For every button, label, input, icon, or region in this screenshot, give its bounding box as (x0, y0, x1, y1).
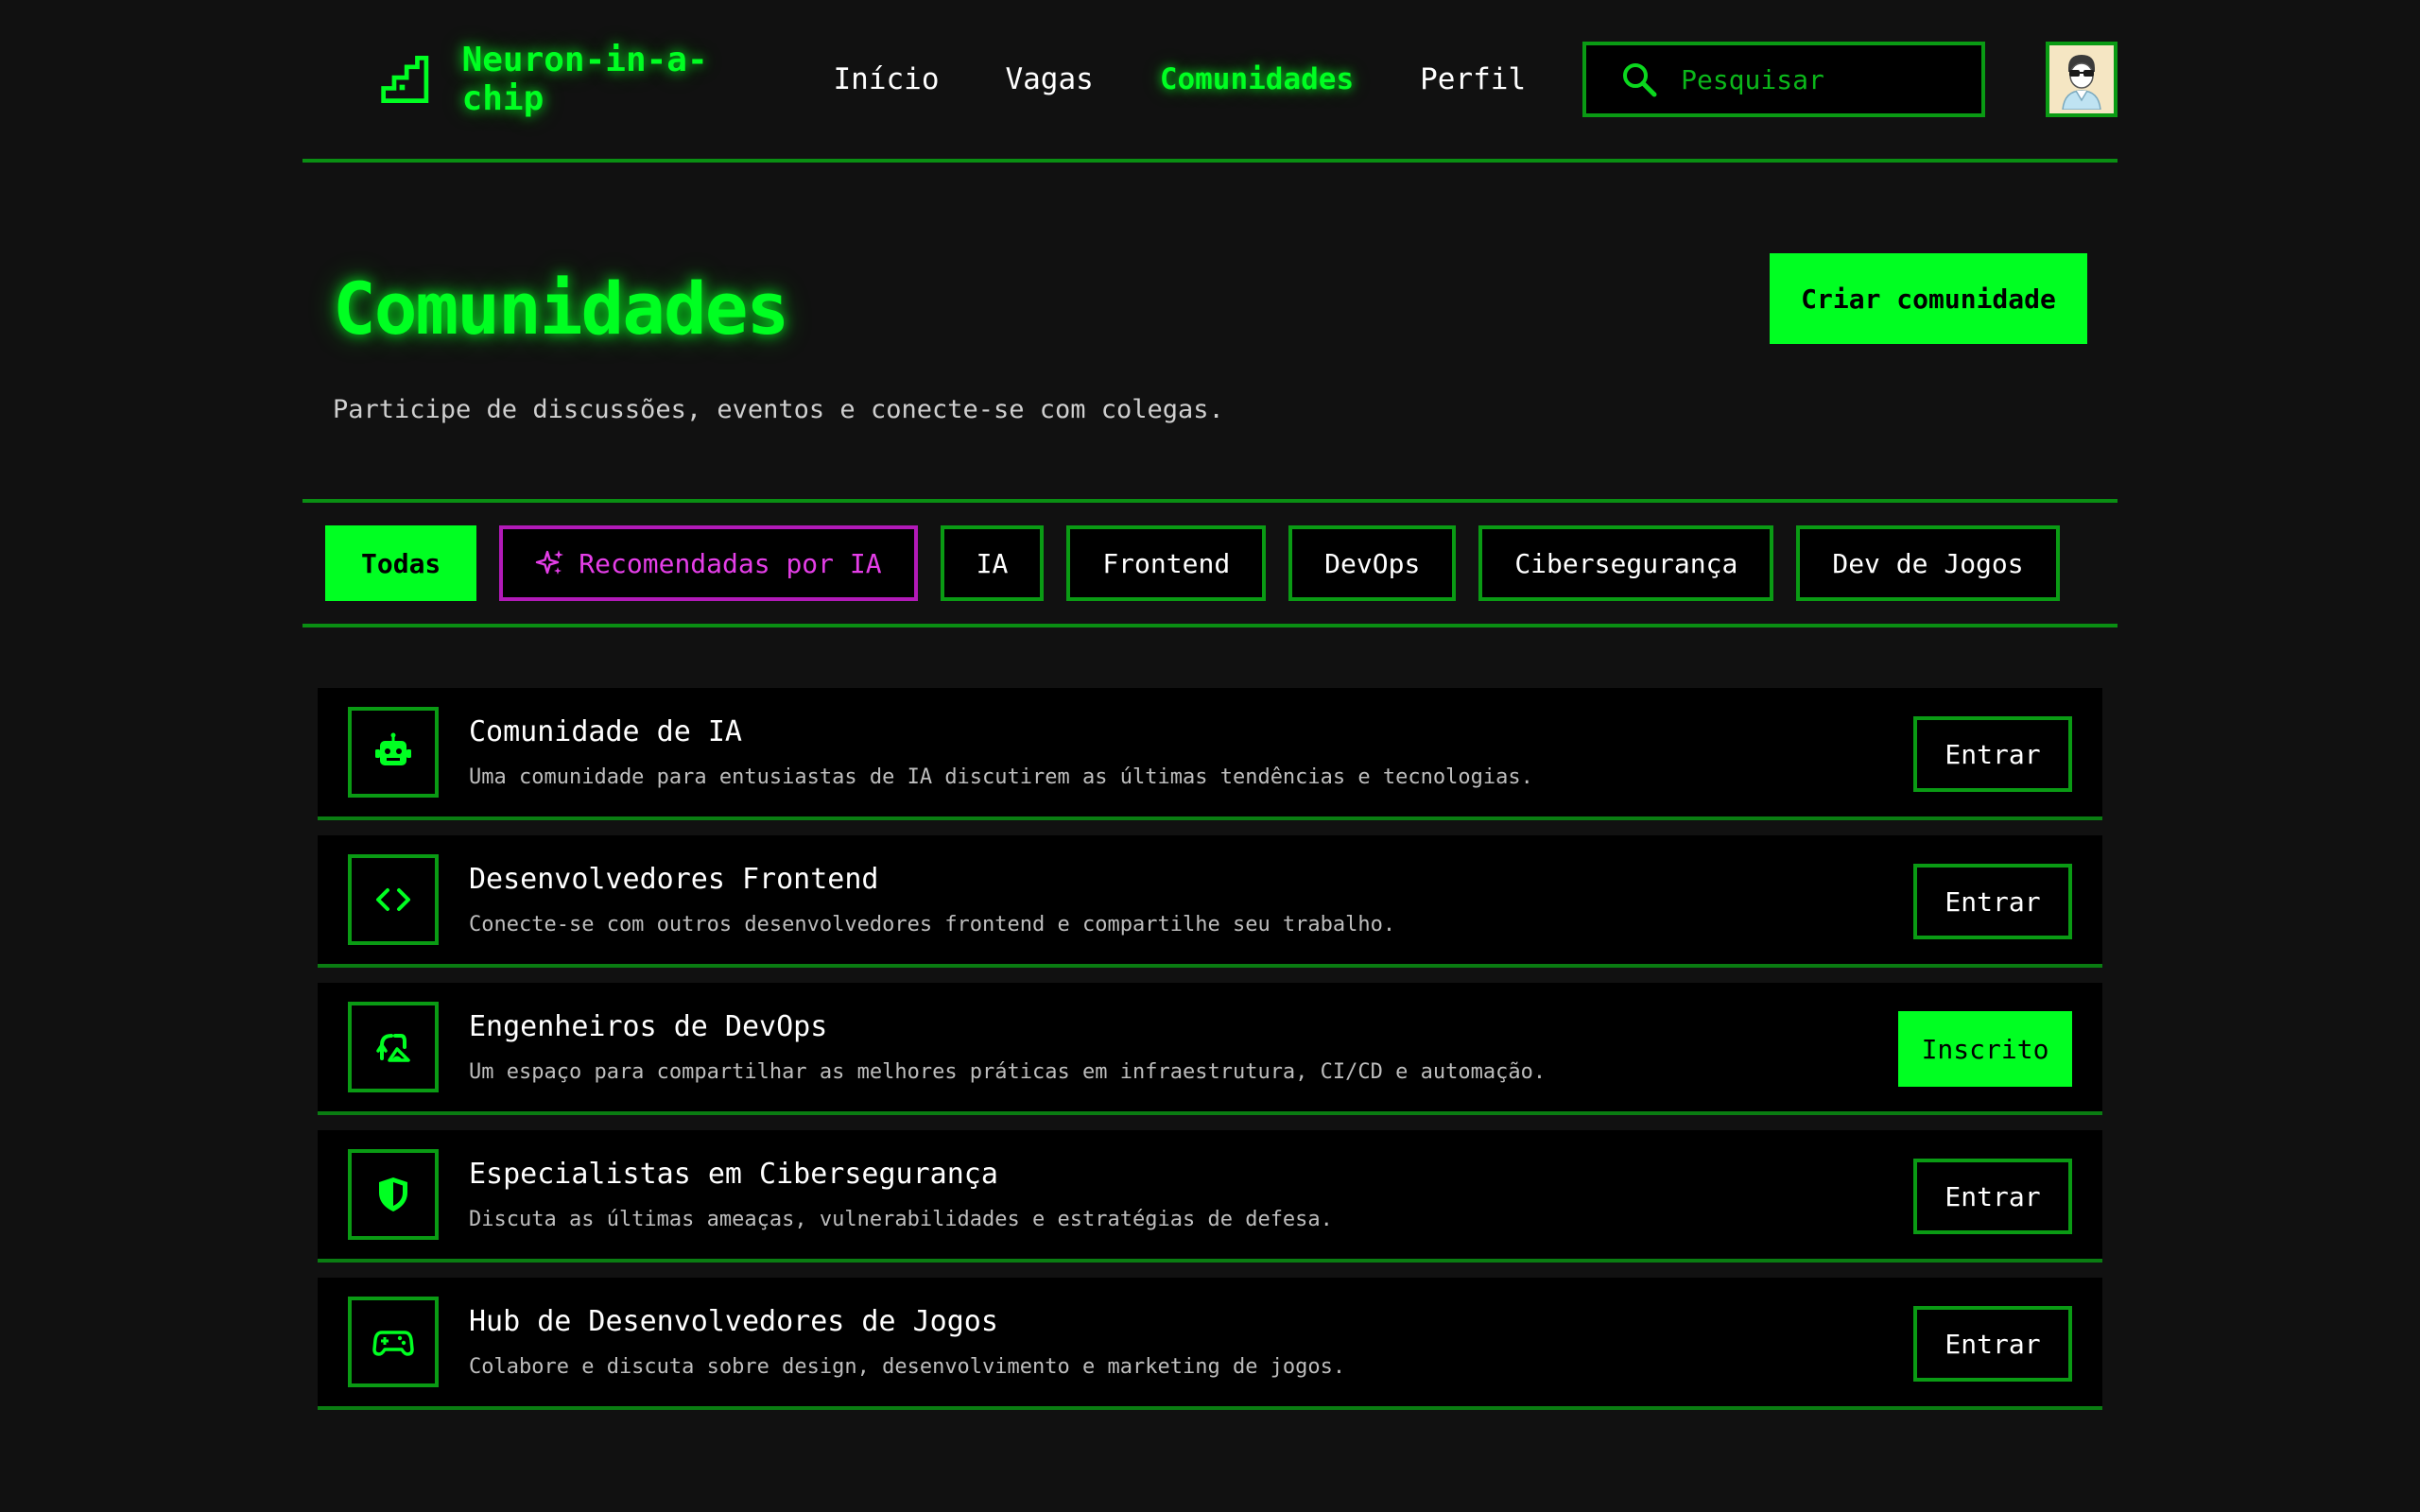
join-button[interactable]: Entrar (1913, 1159, 2072, 1234)
subscribed-button[interactable]: Inscrito (1898, 1011, 2072, 1087)
join-button[interactable]: Entrar (1913, 716, 2072, 792)
filter-chip-devops[interactable]: DevOps (1288, 525, 1457, 601)
page: Neuron-in-a-chip Início Vagas Comunidade… (302, 0, 2118, 1410)
community-icon-frame (348, 854, 439, 945)
community-description: Um espaço para compartilhar as melhores … (469, 1060, 1547, 1084)
filter-chip-frontend[interactable]: Frontend (1066, 525, 1267, 601)
avatar[interactable] (2046, 42, 2118, 117)
filter-bar: Todas Recomendadas por IA IA Frontend De… (302, 503, 2118, 627)
join-button[interactable]: Entrar (1913, 864, 2072, 939)
filter-chip-ciberseguranca[interactable]: Cibersegurança (1478, 525, 1774, 601)
community-icon-frame (348, 1002, 439, 1092)
community-description: Discuta as últimas ameaças, vulnerabilid… (469, 1208, 1333, 1231)
community-description: Colabore e discuta sobre design, desenvo… (469, 1355, 1346, 1379)
robot-icon (375, 732, 411, 765)
filter-chip-dev-de-jogos[interactable]: Dev de Jogos (1796, 525, 2060, 601)
brand-name[interactable]: Neuron-in-a-chip (462, 41, 771, 118)
community-icon-frame (348, 707, 439, 798)
nav-item-perfil[interactable]: Perfil (1420, 62, 1526, 96)
stairs-logo-icon (381, 56, 429, 103)
search-icon (1623, 63, 1657, 97)
page-subtitle: Participe de discussões, eventos e conec… (333, 395, 1224, 424)
user-avatar-icon (2055, 49, 2109, 110)
shield-icon (379, 1177, 407, 1211)
main-nav: Início Vagas Comunidades Perfil (834, 62, 1583, 96)
filter-chip-label: Recomendadas por IA (579, 547, 882, 579)
search-box[interactable] (1582, 42, 1986, 117)
filter-chip-ia[interactable]: IA (940, 525, 1045, 601)
page-header: Comunidades Participe de discussões, eve… (302, 163, 2118, 503)
search-input[interactable] (1679, 62, 1982, 96)
community-card[interactable]: Desenvolvedores Frontend Conecte-se com … (318, 835, 2102, 968)
join-button[interactable]: Entrar (1913, 1306, 2072, 1382)
community-title[interactable]: Desenvolvedores Frontend (469, 863, 1395, 896)
filter-chip-recomendadas-ia[interactable]: Recomendadas por IA (499, 525, 918, 601)
community-card[interactable]: Hub de Desenvolvedores de Jogos Colabore… (318, 1278, 2102, 1410)
top-navbar: Neuron-in-a-chip Início Vagas Comunidade… (302, 0, 2118, 163)
community-card[interactable]: Engenheiros de DevOps Um espaço para com… (318, 983, 2102, 1115)
community-card[interactable]: Comunidade de IA Uma comunidade para ent… (318, 688, 2102, 820)
community-description: Conecte-se com outros desenvolvedores fr… (469, 913, 1396, 936)
sparkles-icon (536, 550, 564, 575)
community-description: Uma comunidade para entusiastas de IA di… (469, 765, 1533, 789)
community-title[interactable]: Especialistas em Cibersegurança (469, 1158, 1333, 1191)
nav-item-inicio[interactable]: Início (834, 62, 940, 96)
community-icon-frame (348, 1297, 439, 1387)
community-icon-frame (348, 1149, 439, 1240)
page-title: Comunidades (333, 266, 789, 351)
code-icon (376, 888, 410, 911)
community-title[interactable]: Comunidade de IA (469, 715, 1533, 748)
gamepad-icon (372, 1331, 414, 1356)
nav-item-vagas[interactable]: Vagas (1005, 62, 1093, 96)
community-list: Comunidade de IA Uma comunidade para ent… (302, 627, 2118, 1410)
nav-item-comunidades[interactable]: Comunidades (1160, 62, 1354, 96)
filter-chip-todas[interactable]: Todas (325, 525, 477, 601)
community-title[interactable]: Hub de Desenvolvedores de Jogos (469, 1305, 1345, 1338)
community-title[interactable]: Engenheiros de DevOps (469, 1010, 1546, 1043)
create-community-button[interactable]: Criar comunidade (1770, 253, 2087, 344)
cycle-icon (376, 1034, 410, 1062)
community-card[interactable]: Especialistas em Cibersegurança Discuta … (318, 1130, 2102, 1263)
